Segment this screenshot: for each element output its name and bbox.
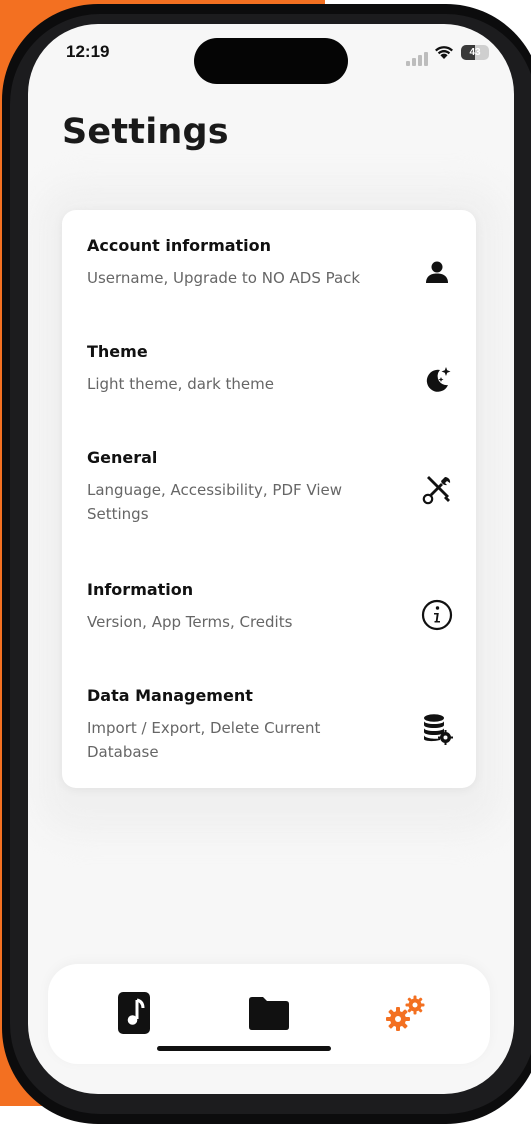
settings-item-general[interactable]: General Language, Accessibility, PDF Vie… [62, 432, 476, 538]
tools-icon [422, 476, 451, 505]
item-title: Data Management [87, 686, 253, 705]
status-bar: 12:19 43 [28, 24, 514, 84]
settings-item-data-management[interactable]: Data Management Import / Export, Delete … [62, 670, 476, 776]
item-subtitle: Import / Export, Delete Current Database [87, 719, 321, 761]
item-subtitle: Username, Upgrade to NO ADS Pack [87, 269, 361, 287]
item-title: Theme [87, 342, 148, 361]
music-file-icon[interactable] [112, 990, 156, 1036]
settings-item-account[interactable]: Account information Username, Upgrade to… [62, 220, 476, 326]
item-subtitle: Language, Accessibility, PDF View Settin… [87, 481, 342, 523]
settings-item-theme[interactable]: Theme Light theme, dark theme [62, 326, 476, 432]
item-subtitle: Version, App Terms, Credits [87, 613, 293, 631]
item-title: Account information [87, 236, 272, 255]
moon-stars-icon [426, 367, 451, 392]
device-container: 12:19 43 Settings Account information Us… [0, 0, 531, 1106]
page-title: Settings [62, 112, 229, 152]
item-title: General [87, 448, 158, 467]
database-gear-icon [424, 714, 453, 745]
info-icon [421, 599, 453, 631]
item-subtitle: Light theme, dark theme [87, 375, 274, 393]
user-icon [426, 261, 448, 283]
signal-icon [406, 47, 428, 66]
home-indicator [157, 1046, 331, 1051]
battery-icon: 43 [461, 45, 489, 60]
folder-icon[interactable] [247, 990, 291, 1036]
battery-level: 43 [469, 47, 481, 58]
item-title: Information [87, 580, 194, 599]
dynamic-island [194, 38, 348, 84]
settings-card: Account information Username, Upgrade to… [62, 210, 476, 788]
gears-icon[interactable] [384, 990, 428, 1036]
wifi-icon [435, 46, 453, 59]
status-time: 12:19 [66, 42, 110, 61]
app-screen: 12:19 43 Settings Account information Us… [28, 24, 514, 1094]
settings-item-information[interactable]: Information Version, App Terms, Credits [62, 564, 476, 670]
